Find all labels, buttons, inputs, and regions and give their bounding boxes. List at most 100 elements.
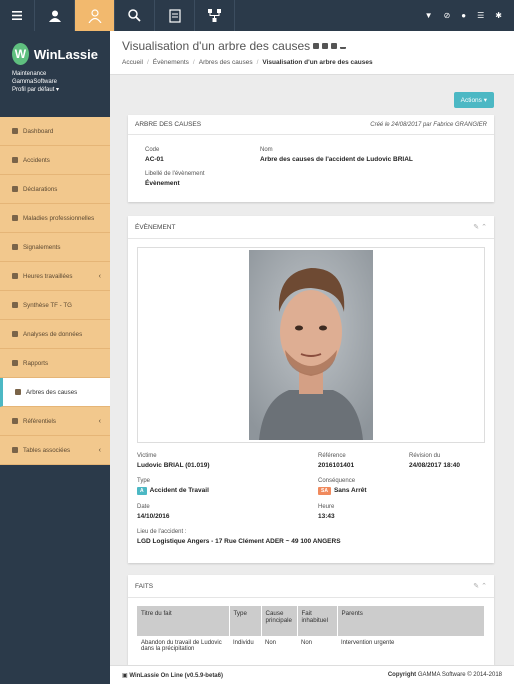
lieu-value: LGD Logistique Angers - 17 Rue Clément A… (137, 538, 341, 545)
sidebar-item-tables[interactable]: Tables associées ‹ (0, 436, 110, 465)
breadcrumb-home[interactable]: Accueil (122, 59, 143, 66)
download-icon (12, 215, 18, 221)
page-title-text: Visualisation d'un arbre des causes (122, 39, 311, 53)
app-name: WinLassie (33, 46, 98, 62)
user-profile-button[interactable] (35, 0, 75, 31)
breadcrumb: Accueil / Évènements / Arbres des causes / … (122, 59, 373, 66)
faits-panel-title: FAITS (135, 582, 154, 590)
actions-button[interactable]: Actions ▾ (453, 92, 494, 108)
table-header-row: Titre du fait Type Cause principale Fait… (137, 606, 485, 636)
faits-panel-header: FAITS ✎ ⌃ (128, 575, 494, 598)
sitemap-icon (208, 9, 221, 22)
breadcrumb-arbres[interactable]: Arbres des causes (199, 59, 253, 66)
victim-photo (249, 250, 373, 440)
type-field: Type A Accident de Travail (137, 478, 209, 495)
sidebar-item-analyses[interactable]: Analyses de données (0, 320, 110, 349)
chevron-up-icon[interactable]: ⌃ (481, 224, 487, 231)
clock-icon (12, 273, 18, 279)
sidebar-item-label: Signalements (23, 243, 61, 251)
evenement-panel-title: ÉVÈNEMENT (135, 223, 176, 231)
copyright-label: Copyright (387, 672, 417, 678)
reference-field: Référence 2016101401 (318, 453, 354, 469)
help-icon[interactable]: ⊘ (444, 11, 451, 20)
sidebar-item-referentiels[interactable]: Référentiels ‹ (0, 407, 110, 436)
sidebar-item-synthese[interactable]: Synthèse TF - TG (0, 291, 110, 320)
download-icon[interactable] (340, 43, 347, 49)
menu-icon (12, 11, 22, 20)
panel-tools: ✎ ⌃ (473, 582, 487, 590)
chevron-left-icon: ‹ (98, 446, 101, 454)
sidebar: W WinLassie Maintenance GammaSoftware Pr… (0, 31, 110, 684)
libelle-label: Libellé de l'évènement (145, 171, 205, 177)
chevron-up-icon[interactable]: ⌃ (481, 583, 487, 590)
profile-dropdown[interactable]: Profil par défaut ▾ (12, 86, 98, 94)
top-nav-bar: ▼ ⊘ ● ☰ ✱ (0, 0, 514, 31)
code-value: AC-01 (145, 156, 164, 163)
libelle-value: Évènement (145, 180, 180, 187)
sidebar-item-dashboard[interactable]: Dashboard (0, 117, 110, 146)
minus-icon[interactable] (331, 43, 338, 49)
wrench-icon[interactable]: ✎ (473, 224, 479, 231)
breadcrumb-evenements[interactable]: Évènements (153, 59, 189, 66)
sidebar-item-accidents[interactable]: Accidents (0, 146, 110, 175)
column-header[interactable]: Parents (337, 606, 485, 636)
date-field: Date 14/10/2016 (137, 504, 170, 520)
footer: ▣ WinLassie On Line (v0.5.9-beta6) Copyr… (110, 665, 514, 684)
sidebar-item-maladies[interactable]: Maladies professionnelles (0, 204, 110, 233)
search-module-button[interactable] (115, 0, 155, 31)
libelle-field: Libellé de l'évènement Évènement (145, 171, 205, 187)
sidebar-item-signalements[interactable]: Signalements (0, 233, 110, 262)
panel-tools: ✎ ⌃ (473, 223, 487, 231)
sidebar-item-arbres[interactable]: Arbres des causes (0, 378, 110, 407)
sidebar-item-declarations[interactable]: Déclarations (0, 175, 110, 204)
sidebar-item-label: Arbres des causes (26, 388, 78, 396)
revision-label: Révision du (409, 453, 441, 459)
app-logo[interactable]: W WinLassie (12, 43, 98, 65)
user-icon (48, 10, 61, 22)
column-header[interactable]: Titre du fait (137, 606, 230, 636)
evenement-panel-header: ÉVÈNEMENT ✎ ⌃ (128, 216, 494, 239)
list-icon[interactable]: ☰ (477, 11, 484, 20)
table-cell: Non (301, 640, 313, 646)
copyright-text: GAMMA Software © 2014-2018 (417, 672, 502, 678)
gear-icon[interactable]: ✱ (495, 11, 502, 20)
consequence-value: Sans Arrêt (333, 487, 367, 494)
bell-icon[interactable]: ● (461, 11, 466, 20)
wrench-icon[interactable]: ✎ (473, 583, 479, 590)
nom-label: Nom (260, 147, 273, 153)
column-header[interactable]: Fait inhabituel (297, 606, 338, 636)
app-small-icon: ▣ (122, 672, 128, 679)
sidebar-item-label: Rapports (23, 359, 49, 367)
page-title: Visualisation d'un arbre des causes (122, 39, 502, 53)
worker-module-button[interactable] (75, 0, 115, 31)
type-badge: A (137, 487, 147, 495)
nom-field: Nom Arbre des causes de l'accident de Lu… (260, 147, 413, 163)
footer-version: ▣ WinLassie On Line (v0.5.9-beta6) (122, 672, 223, 679)
worker-icon (88, 8, 101, 23)
tree-icon (15, 389, 21, 395)
evenement-panel: ÉVÈNEMENT ✎ ⌃ Victime Ludovic BRIAL (01.… (128, 216, 494, 563)
document-module-button[interactable] (155, 0, 195, 31)
org-info: Maintenance GammaSoftware Profil par déf… (12, 70, 98, 94)
date-label: Date (137, 504, 150, 510)
declaration-icon (12, 186, 18, 192)
column-header[interactable]: Type (229, 606, 262, 636)
hamburger-menu-button[interactable] (0, 0, 35, 31)
sidebar-item-label: Accidents (23, 156, 50, 164)
faits-table: Titre du fait Type Cause principale Fait… (137, 606, 485, 656)
print-icon[interactable] (313, 43, 320, 49)
victime-value[interactable]: Ludovic BRIAL (01.019) (137, 462, 209, 469)
sidebar-item-heures[interactable]: Heures travaillées ‹ (0, 262, 110, 291)
column-header[interactable]: Cause principale (261, 606, 298, 636)
table-row[interactable]: Abandon du travail de Ludovic dans la pr… (137, 636, 485, 656)
table-cell: Abandon du travail de Ludovic dans la pr… (141, 640, 222, 652)
tree-module-button[interactable] (195, 0, 235, 31)
edit-icon[interactable] (322, 43, 329, 49)
code-label: Code (145, 147, 160, 153)
sidebar-item-rapports[interactable]: Rapports (0, 349, 110, 378)
created-info: Créé le 24/08/2017 par Fabrice GRANGIER (370, 121, 487, 128)
sidebar-item-label: Référentiels (23, 417, 57, 425)
code-field: Code AC-01 (145, 147, 164, 163)
table-cell: Individu (233, 640, 254, 646)
filter-icon[interactable]: ▼ (425, 11, 433, 20)
